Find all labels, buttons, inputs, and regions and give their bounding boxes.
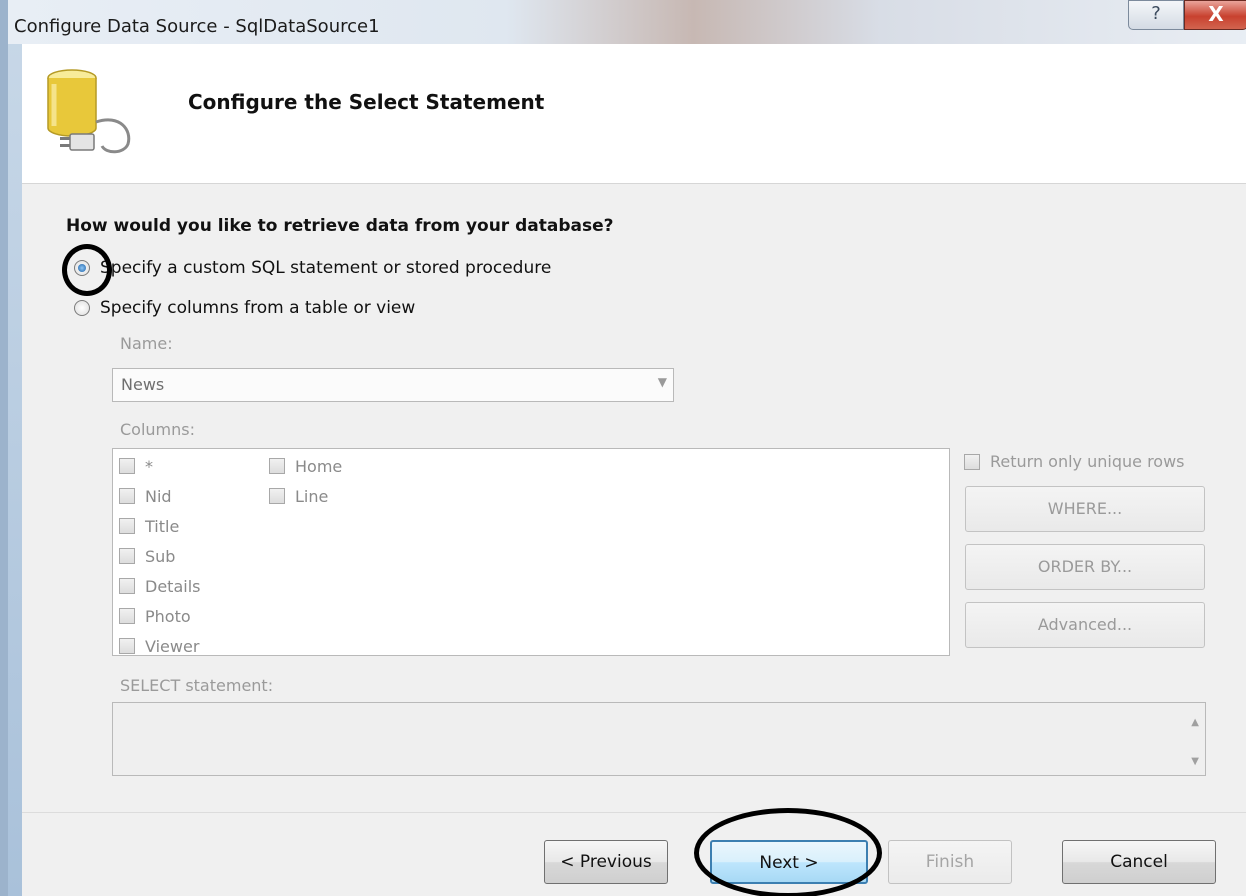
footer-divider <box>22 812 1246 813</box>
select-statement-label: SELECT statement: <box>120 676 274 695</box>
column-checkbox-item[interactable]: Title <box>119 514 179 538</box>
checkbox[interactable] <box>269 488 285 504</box>
scroll-down-icon[interactable]: ▼ <box>1191 756 1199 767</box>
column-label: Home <box>295 456 343 476</box>
database-plug-icon <box>47 69 131 154</box>
column-checkbox-item[interactable]: Details <box>119 574 200 598</box>
checkbox[interactable] <box>119 488 135 504</box>
page-title: Configure the Select Statement <box>188 90 545 114</box>
cancel-button[interactable]: Cancel <box>1062 840 1216 884</box>
column-checkbox-item[interactable]: Sub <box>119 544 175 568</box>
column-checkbox-item[interactable]: Line <box>269 484 328 508</box>
table-view-label: Specify columns from a table or view <box>100 298 416 318</box>
checkbox[interactable] <box>269 458 285 474</box>
where-button[interactable]: WHERE... <box>965 486 1205 532</box>
table-view-option[interactable]: Specify columns from a table or view <box>74 296 415 320</box>
checkbox[interactable] <box>119 458 135 474</box>
column-checkbox-item[interactable]: Photo <box>119 604 191 628</box>
unique-rows-checkbox[interactable] <box>964 453 980 470</box>
checkbox[interactable] <box>119 578 135 594</box>
table-view-radio[interactable] <box>74 300 90 316</box>
annotation-circle-next <box>694 808 882 896</box>
window-title: Configure Data Source - SqlDataSource1 <box>14 16 380 37</box>
column-label: Viewer <box>145 636 200 656</box>
checkbox[interactable] <box>119 518 135 534</box>
finish-button[interactable]: Finish <box>888 840 1012 884</box>
select-statement-textarea[interactable]: ▲ ▼ <box>112 702 1206 776</box>
table-name-value: News <box>121 375 165 394</box>
annotation-circle-radio <box>62 244 112 296</box>
checkbox[interactable] <box>119 638 135 654</box>
dialog-window: Configure Data Source - SqlDataSource1 ?… <box>0 0 1246 896</box>
dialog-client-area: Configure the Select Statement How would… <box>22 44 1246 896</box>
unique-rows-label: Return only unique rows <box>990 452 1185 471</box>
columns-label: Columns: <box>120 420 195 439</box>
title-bar[interactable]: Configure Data Source - SqlDataSource1 ?… <box>8 0 1246 44</box>
wizard-header: Configure the Select Statement <box>22 44 1246 184</box>
checkbox[interactable] <box>119 548 135 564</box>
column-checkbox-item[interactable]: Viewer <box>119 634 200 656</box>
column-label: Details <box>145 576 201 596</box>
name-label: Name: <box>120 334 173 353</box>
column-label: Sub <box>145 546 176 566</box>
column-label: Photo <box>145 606 191 626</box>
column-checkbox-item[interactable]: * <box>119 454 153 478</box>
chevron-down-icon: ▼ <box>657 375 667 389</box>
column-label: Line <box>295 486 329 506</box>
custom-sql-option[interactable]: Specify a custom SQL statement or stored… <box>74 256 551 280</box>
unique-rows-option[interactable]: Return only unique rows <box>964 452 1185 471</box>
previous-button[interactable]: < Previous <box>544 840 668 884</box>
column-label: Nid <box>145 486 172 506</box>
columns-list[interactable]: * Nid Title Sub Details Photo Viewer Hom… <box>112 448 950 656</box>
advanced-button[interactable]: Advanced... <box>965 602 1205 648</box>
table-name-combobox[interactable]: News ▼ <box>112 368 674 402</box>
checkbox[interactable] <box>119 608 135 624</box>
custom-sql-label: Specify a custom SQL statement or stored… <box>100 258 552 278</box>
column-label: * <box>145 456 153 476</box>
column-label: Title <box>145 516 180 536</box>
scroll-up-icon[interactable]: ▲ <box>1191 717 1199 728</box>
help-button[interactable]: ? <box>1128 0 1184 30</box>
retrieval-question: How would you like to retrieve data from… <box>66 216 614 236</box>
order-by-button[interactable]: ORDER BY... <box>965 544 1205 590</box>
column-checkbox-item[interactable]: Nid <box>119 484 172 508</box>
column-checkbox-item[interactable]: Home <box>269 454 342 478</box>
close-button[interactable]: X <box>1184 0 1246 30</box>
